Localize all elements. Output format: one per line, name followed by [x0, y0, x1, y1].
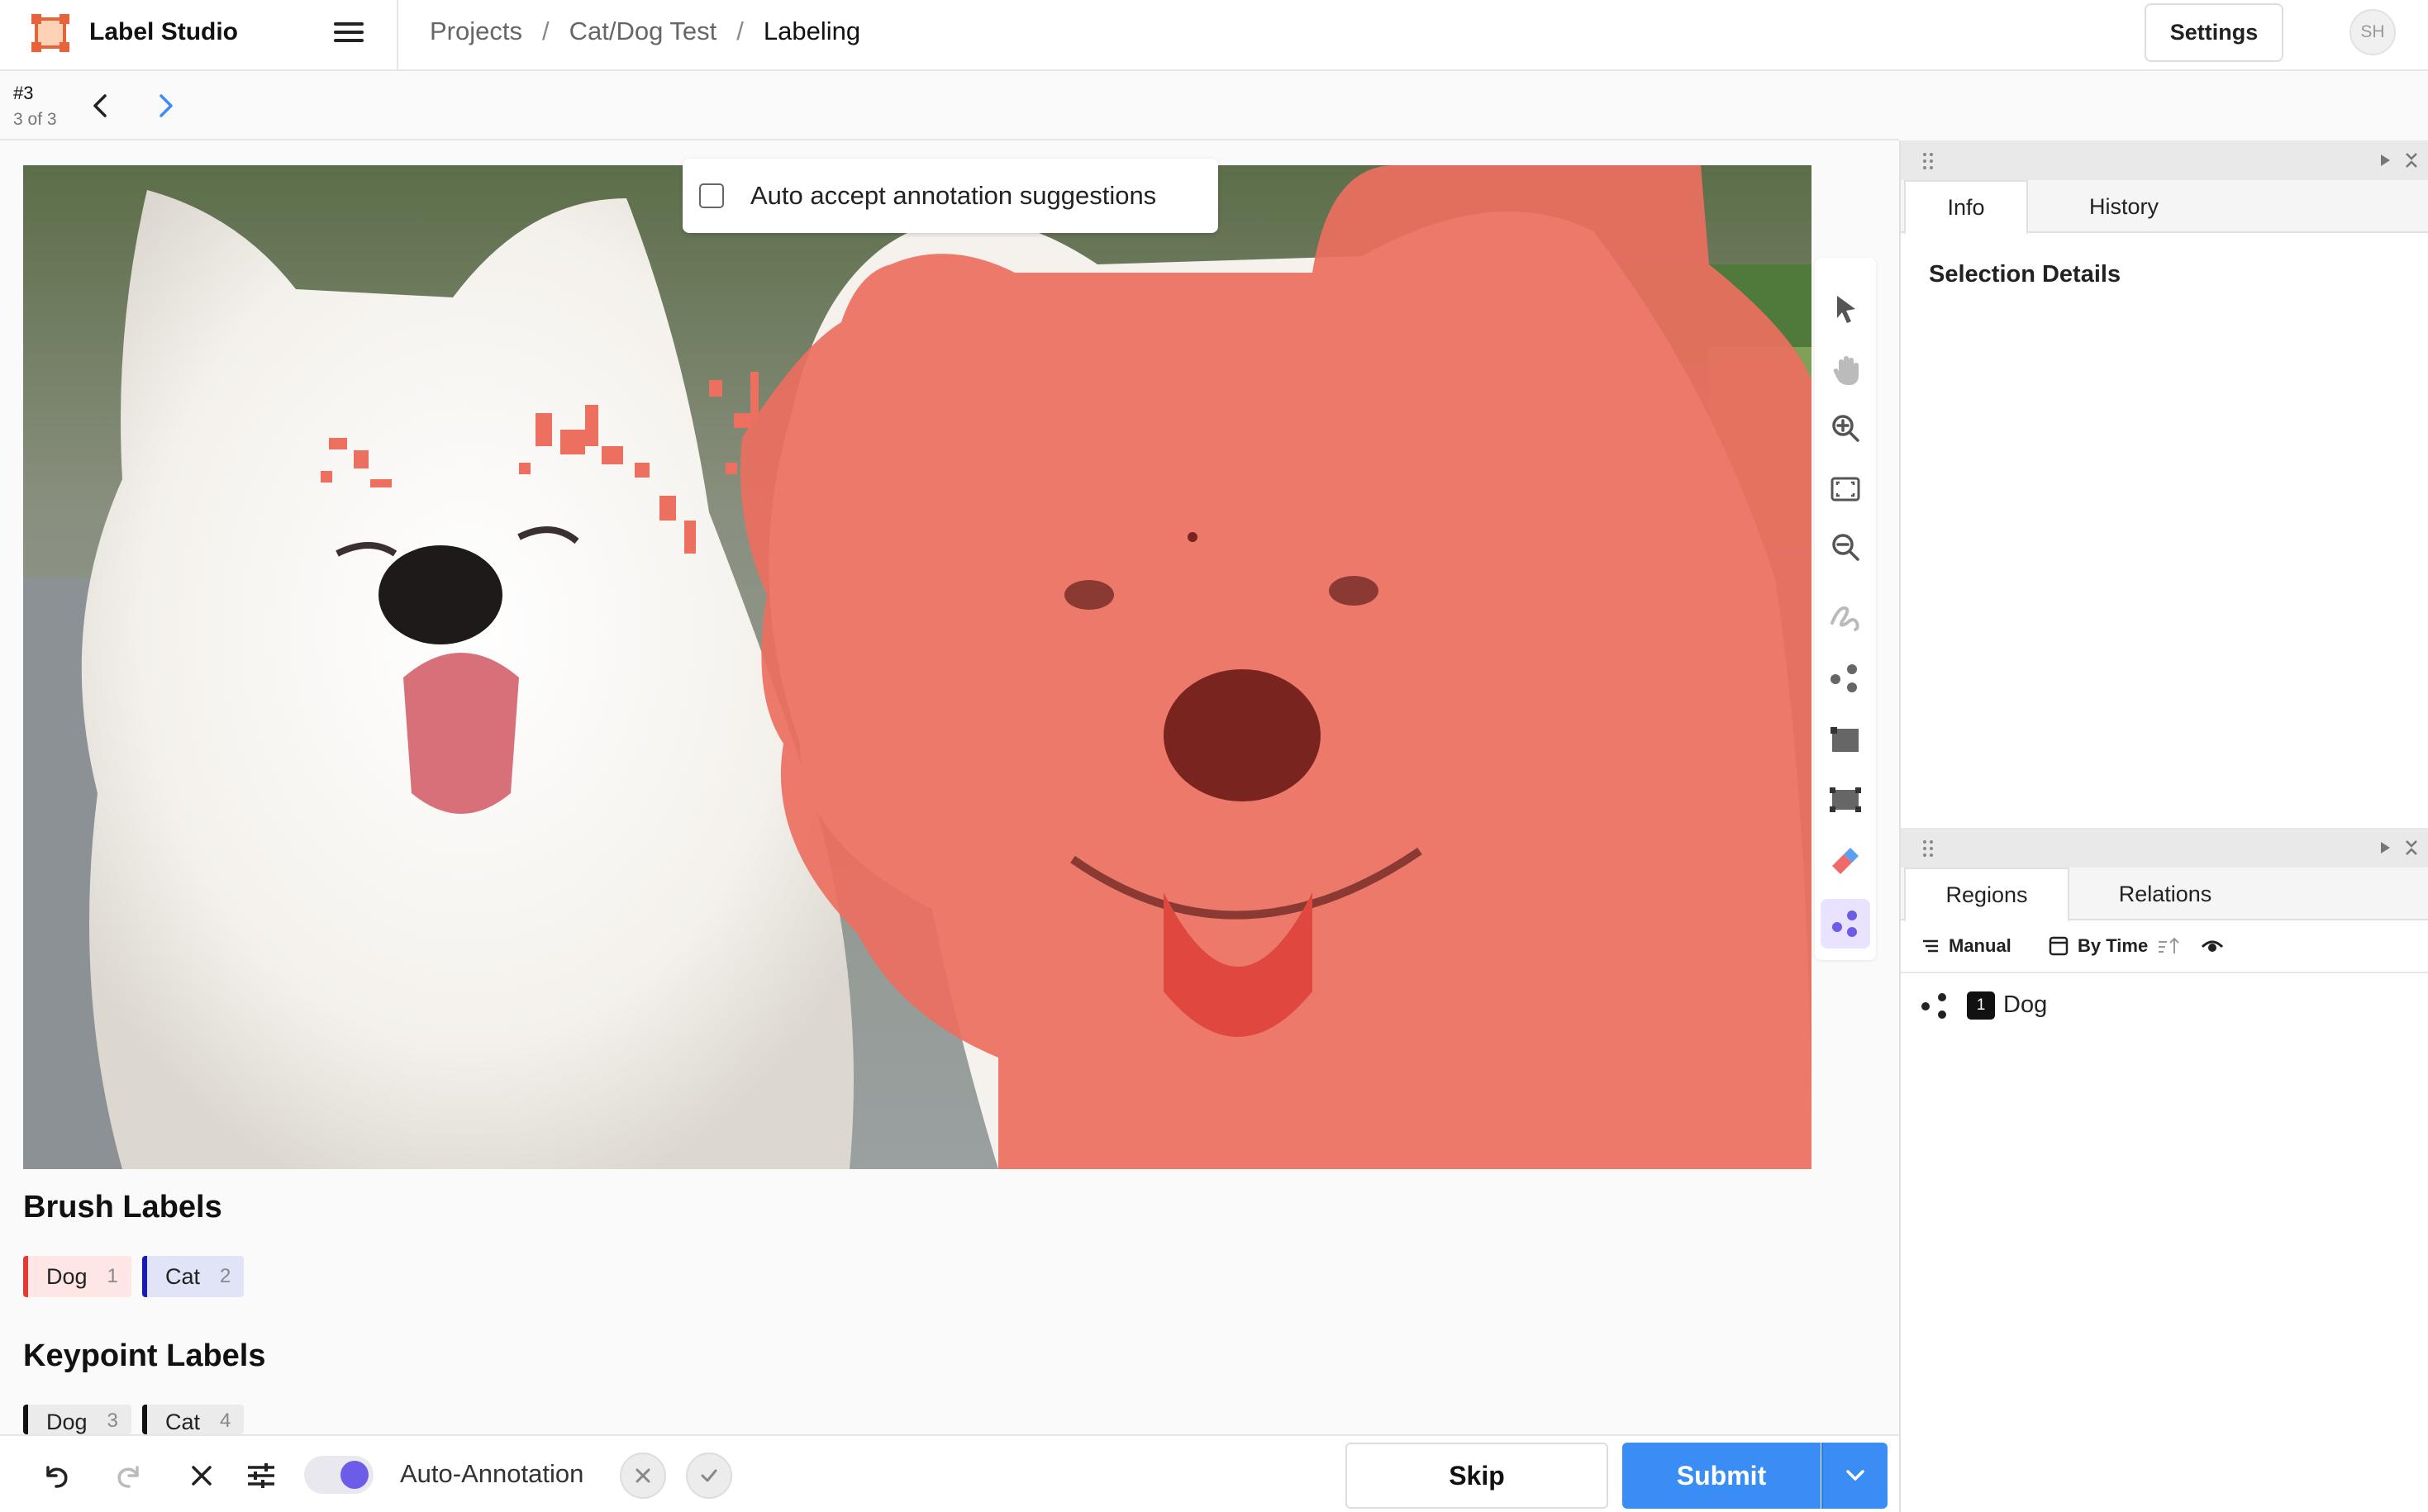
top-bar: Label Studio Projects / Cat/Dog Test / L… — [0, 0, 2428, 71]
label-text: Cat — [165, 1410, 201, 1434]
calendar-icon — [2049, 936, 2069, 956]
grouping-label: Manual — [1949, 935, 2011, 956]
keypoint-labels-title: Keypoint Labels — [23, 1338, 266, 1373]
drag-handle-icon[interactable] — [1922, 152, 1934, 170]
reset-icon[interactable] — [182, 1456, 221, 1495]
settings-button[interactable]: Settings — [2145, 3, 2283, 62]
reject-suggestions-icon[interactable] — [620, 1453, 666, 1499]
breadcrumb-separator: / — [736, 17, 744, 45]
info-tabs: Info History — [1901, 180, 2428, 235]
regions-tabs: Regions Relations — [1901, 868, 2428, 922]
auto-annotation-toggle[interactable] — [304, 1456, 374, 1494]
region-label: Dog — [2003, 991, 2048, 1018]
rectangle-3point-icon[interactable] — [1821, 775, 1870, 825]
breadcrumb-current: Labeling — [763, 17, 861, 45]
chevron-left-icon[interactable] — [84, 89, 117, 122]
submit-button[interactable]: Submit — [1622, 1443, 1821, 1509]
regions-panel-header[interactable] — [1901, 828, 2428, 868]
tab-relations[interactable]: Relations — [2074, 868, 2256, 920]
brush-label-dog[interactable]: Dog 1 — [23, 1256, 131, 1297]
label-text: Dog — [46, 1263, 88, 1289]
cursor-icon[interactable] — [1821, 284, 1870, 334]
label-hotkey: 3 — [107, 1410, 118, 1432]
chevron-down-icon[interactable] — [1821, 1443, 1888, 1509]
label-text: Dog — [46, 1410, 88, 1434]
brush-labels-title: Brush Labels — [23, 1190, 222, 1224]
breadcrumb-separator: / — [541, 17, 550, 45]
tab-regions[interactable]: Regions — [1904, 868, 2069, 922]
task-id: #3 — [13, 83, 34, 103]
auto-accept-checkbox[interactable] — [699, 183, 724, 208]
annotation-image[interactable] — [23, 165, 1811, 1169]
region-item[interactable]: 1 Dog — [1901, 980, 2428, 1029]
keypoint-label-dog[interactable]: Dog 3 — [23, 1405, 131, 1434]
label-hotkey: 2 — [220, 1265, 231, 1287]
redo-icon[interactable] — [109, 1456, 149, 1495]
task-count: 3 of 3 — [13, 110, 57, 129]
regions-toolbar: Manual By Time — [1901, 920, 2428, 973]
brush-icon[interactable] — [1821, 592, 1870, 641]
accept-suggestions-icon[interactable] — [686, 1453, 732, 1499]
magic-wand-icon[interactable] — [1821, 899, 1870, 949]
undo-icon[interactable] — [36, 1456, 76, 1495]
sort-label: By Time — [2078, 935, 2149, 956]
label-studio-logo[interactable] — [31, 14, 69, 52]
fit-screen-icon[interactable] — [1821, 464, 1870, 514]
breadcrumb-project[interactable]: Cat/Dog Test — [569, 17, 717, 46]
selection-details-title: Selection Details — [1929, 261, 2121, 288]
sort-select[interactable]: By Time — [2048, 935, 2181, 957]
auto-accept-label: Auto accept annotation suggestions — [750, 181, 1157, 210]
sort-direction-icon[interactable] — [2156, 935, 2181, 957]
label-text: Cat — [165, 1263, 201, 1289]
keypoint-icon[interactable] — [1821, 654, 1870, 704]
menu-icon[interactable] — [331, 18, 367, 51]
region-index: 1 — [1967, 991, 1995, 1020]
skip-button[interactable]: Skip — [1345, 1443, 1608, 1509]
settings-sliders-icon[interactable] — [241, 1456, 281, 1495]
side-panel: Info History Selection Details Regions R… — [1899, 140, 2428, 1512]
nav-divider — [397, 0, 398, 71]
task-navigation: #3 3 of 3 — [0, 73, 1899, 140]
tab-history[interactable]: History — [2033, 180, 2215, 233]
auto-accept-suggestions[interactable]: Auto accept annotation suggestions — [683, 159, 1218, 233]
panel-expand-icon[interactable] — [2375, 838, 2395, 858]
info-panel-header[interactable] — [1901, 140, 2428, 180]
chevron-right-icon[interactable] — [149, 89, 182, 122]
list-icon — [1923, 939, 1938, 953]
drag-handle-icon[interactable] — [1922, 839, 1934, 858]
eye-icon[interactable] — [2200, 935, 2225, 957]
auto-annotation-label: Auto-Annotation — [400, 1459, 584, 1488]
label-hotkey: 4 — [220, 1410, 231, 1432]
keypoint-label-cat[interactable]: Cat 4 — [142, 1405, 245, 1434]
zoom-out-icon[interactable] — [1821, 522, 1870, 572]
eraser-icon[interactable] — [1821, 836, 1870, 886]
rectangle-icon[interactable] — [1821, 716, 1870, 765]
app-title: Label Studio — [89, 18, 238, 45]
avatar[interactable]: SH — [2349, 9, 2396, 55]
zoom-in-icon[interactable] — [1821, 403, 1870, 453]
keypoint-icon — [1921, 993, 1946, 1019]
hand-icon[interactable] — [1821, 345, 1870, 395]
panel-expand-icon[interactable] — [2375, 150, 2395, 170]
label-hotkey: 1 — [107, 1265, 118, 1287]
breadcrumb-projects[interactable]: Projects — [430, 17, 522, 46]
image-canvas[interactable] — [23, 165, 1811, 1169]
grouping-select[interactable]: Manual — [1921, 935, 2011, 957]
panel-collapse-icon[interactable] — [2402, 150, 2421, 170]
bottom-bar: Auto-Annotation Skip Submit — [0, 1434, 1899, 1512]
breadcrumb: Projects / Cat/Dog Test / Labeling — [430, 17, 860, 46]
tool-rail — [1815, 258, 1876, 960]
panel-collapse-icon[interactable] — [2402, 838, 2421, 858]
tab-info[interactable]: Info — [1904, 180, 2028, 235]
brush-label-cat[interactable]: Cat 2 — [142, 1256, 245, 1297]
